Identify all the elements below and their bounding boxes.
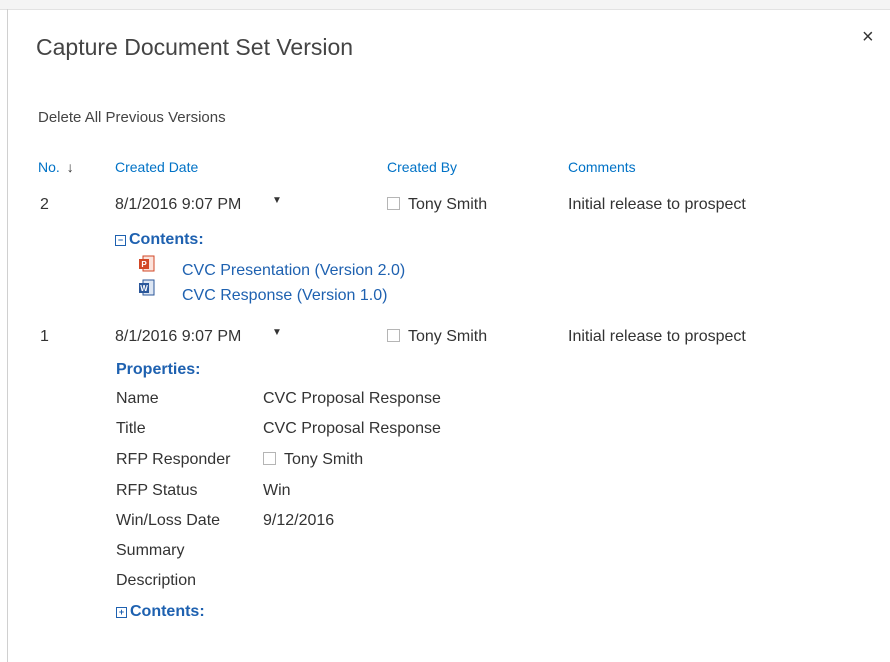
top-border [0,0,890,10]
created-by-name: Tony Smith [408,196,488,213]
content-link[interactable]: CVC Response (Version 1.0) [182,287,387,305]
expand-icon: + [116,607,127,618]
property-label: Description [116,572,197,589]
property-value: Tony Smith [284,451,364,468]
contents-toggle[interactable]: + Contents: [116,603,205,621]
version-number: 1 [40,328,49,345]
chevron-down-icon[interactable]: ▼ [272,327,282,338]
property-value: 9/12/2016 [263,512,335,529]
property-value: Win [263,482,291,499]
word-file-icon: W [139,279,155,297]
property-label: Summary [116,542,185,559]
property-value: CVC Proposal Response [263,420,441,437]
contents-label: Contents: [129,231,204,248]
left-border [7,9,8,662]
property-label: RFP Status [116,482,198,499]
sort-descending-icon: ↓ [66,159,74,175]
property-label: Title [116,420,146,437]
svg-text:W: W [140,284,148,293]
property-label: Win/Loss Date [116,512,221,529]
close-icon[interactable]: × [862,26,874,49]
content-link[interactable]: CVC Presentation (Version 2.0) [182,262,405,280]
column-header-created-date[interactable]: Created Date [115,159,198,175]
version-number: 2 [40,196,49,213]
delete-all-previous-versions-link[interactable]: Delete All Previous Versions [38,109,226,126]
contents-label: Contents: [130,603,205,620]
comments: Initial release to prospect [568,196,746,213]
comments: Initial release to prospect [568,328,746,345]
property-label: RFP Responder [116,451,231,468]
powerpoint-file-icon: P [139,255,155,273]
property-value: CVC Proposal Response [263,390,441,407]
created-date[interactable]: 8/1/2016 9:07 PM [115,196,241,214]
column-header-no-label: No. [38,159,60,175]
properties-heading: Properties: [116,361,201,378]
created-by-name: Tony Smith [408,328,488,345]
property-value-user[interactable]: Tony Smith [263,451,363,469]
column-header-no[interactable]: No. ↓ [38,159,74,175]
dialog-title: Capture Document Set Version [36,34,354,60]
created-by[interactable]: Tony Smith [387,196,487,214]
collapse-icon: − [115,235,126,246]
svg-text:P: P [141,260,147,269]
property-label: Name [116,390,159,407]
column-header-created-by[interactable]: Created By [387,159,457,175]
chevron-down-icon[interactable]: ▼ [272,195,282,206]
column-header-comments[interactable]: Comments [568,159,636,175]
contents-toggle[interactable]: − Contents: [115,231,204,249]
created-date[interactable]: 8/1/2016 9:07 PM [115,328,241,346]
created-by[interactable]: Tony Smith [387,328,487,346]
user-presence-icon [263,452,276,465]
user-presence-icon [387,329,400,342]
user-presence-icon [387,197,400,210]
